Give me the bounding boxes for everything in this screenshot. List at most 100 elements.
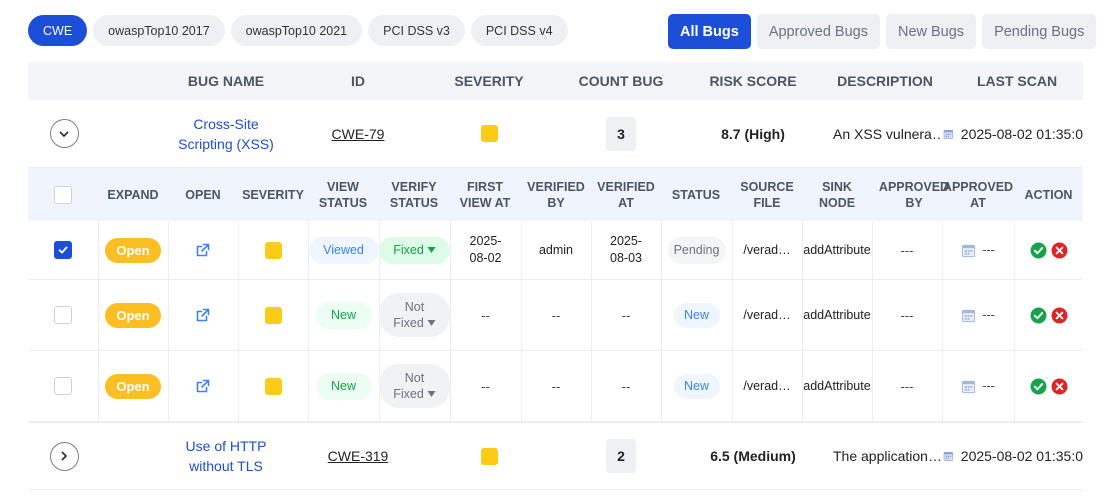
- view-status-badge: Viewed: [308, 236, 379, 264]
- caret-down-icon: [427, 247, 436, 253]
- select-all-checkbox[interactable]: [54, 185, 72, 204]
- col-first-view-at: FIRST VIEW AT: [459, 179, 511, 210]
- approved-by: ---: [900, 307, 914, 323]
- last-scan: 2025-08-02 01:35:0: [943, 423, 1083, 489]
- approved-bugs-button[interactable]: Approved Bugs: [756, 14, 880, 49]
- standard-tabs: CWE owaspTop10 2017 owaspTop10 2021 PCI …: [28, 15, 568, 46]
- last-scan-text: 2025-08-02 01:35:0: [960, 448, 1083, 464]
- verify-status-dropdown[interactable]: Fixed: [379, 236, 450, 264]
- caret-down-icon: [427, 391, 436, 397]
- source-file: /verad…: [743, 243, 791, 257]
- bug-name-link[interactable]: Cross-Site Scripting (XSS): [156, 114, 296, 154]
- approve-check-icon[interactable]: [1030, 242, 1047, 259]
- col-id[interactable]: ID: [298, 62, 418, 100]
- chevron-right-icon: [61, 451, 67, 461]
- row-checkbox[interactable]: [54, 241, 72, 259]
- calendar-icon: [943, 129, 954, 139]
- reject-x-icon[interactable]: [1051, 378, 1068, 395]
- expand-button[interactable]: [49, 441, 79, 471]
- expand-open-button[interactable]: Open: [105, 237, 161, 263]
- severity-indicator: [480, 125, 498, 142]
- approved-by: ---: [900, 378, 914, 394]
- verify-status-text: Not: [404, 371, 425, 385]
- instance-row[interactable]: Open New Not Fixed -- -- -- New /verad… a…: [28, 351, 1083, 422]
- expand-open-button[interactable]: Open: [105, 302, 161, 328]
- verify-status-text: Fixed: [393, 387, 424, 401]
- first-view-at: 2025- 08-02: [469, 234, 502, 265]
- risk-score: 6.5 (Medium): [710, 448, 796, 464]
- status-badge: New: [673, 302, 720, 328]
- tab-owasp-2017[interactable]: owaspTop10 2017: [93, 15, 225, 46]
- cwe-id-link[interactable]: CWE-79: [332, 126, 385, 142]
- calendar-icon: [962, 309, 976, 322]
- col-bug-name[interactable]: BUG NAME: [154, 62, 298, 100]
- collapse-button[interactable]: [49, 119, 79, 148]
- expand-open-button[interactable]: Open: [105, 373, 161, 399]
- col-expand: EXPAND: [107, 187, 159, 202]
- reject-x-icon[interactable]: [1051, 307, 1068, 324]
- risk-score: 8.7 (High): [721, 125, 785, 142]
- external-link-icon[interactable]: [195, 242, 211, 258]
- bug-filter-tabs: All Bugs Approved Bugs New Bugs Pending …: [668, 14, 1097, 49]
- severity-indicator: [264, 241, 282, 259]
- verify-status-dropdown[interactable]: Not Fixed: [379, 364, 450, 408]
- chevron-down-icon: [59, 131, 69, 137]
- col-severity[interactable]: SEVERITY: [428, 62, 550, 100]
- calendar-icon: [962, 244, 976, 257]
- caret-down-icon: [427, 320, 436, 326]
- calendar-icon: [962, 380, 976, 393]
- verify-status-text: Fixed: [393, 243, 424, 257]
- col-description[interactable]: DESCRIPTION: [824, 62, 946, 100]
- bug-report-page: CWE owaspTop10 2017 owaspTop10 2021 PCI …: [0, 0, 1111, 501]
- bug-row[interactable]: Use of HTTP without TLS CWE-319 2 6.5 (M…: [28, 422, 1083, 490]
- bug-row[interactable]: Cross-Site Scripting (XSS) CWE-79 3 8.7 …: [28, 100, 1083, 168]
- verified-by: --: [551, 378, 561, 394]
- check-icon: [58, 246, 68, 254]
- row-checkbox[interactable]: [54, 377, 72, 395]
- bug-count: 3: [606, 116, 636, 151]
- col-approved-at: APPROVED AT: [942, 179, 1014, 210]
- verified-at: --: [621, 378, 631, 394]
- tab-pci-dss-v4[interactable]: PCI DSS v4: [470, 15, 568, 46]
- approve-check-icon[interactable]: [1030, 307, 1047, 324]
- instance-row[interactable]: Open Viewed Fixed 2025- 08-02 admin 2025-…: [28, 221, 1083, 280]
- verified-at: 2025- 08-03: [610, 234, 642, 265]
- external-link-icon[interactable]: [195, 378, 211, 394]
- verified-by: admin: [538, 243, 574, 257]
- col-risk-score[interactable]: RISK SCORE: [692, 62, 814, 100]
- col-count-bug[interactable]: COUNT BUG: [562, 62, 680, 100]
- calendar-icon: [943, 451, 954, 461]
- reject-x-icon[interactable]: [1051, 242, 1068, 259]
- tab-cwe[interactable]: CWE: [28, 15, 88, 46]
- approve-check-icon[interactable]: [1030, 378, 1047, 395]
- tab-pci-dss-v3[interactable]: PCI DSS v3: [368, 15, 465, 46]
- bug-name-line: Scripting (XSS): [178, 135, 274, 152]
- approved-at: ---: [942, 221, 1014, 279]
- verify-status-text: Not: [404, 300, 425, 314]
- col-source-file: SOURCE FILE: [740, 179, 794, 210]
- approved-at: ---: [942, 280, 1014, 350]
- col-severity: SEVERITY: [242, 187, 304, 202]
- bug-table-header: BUG NAME ID SEVERITY COUNT BUG RISK SCOR…: [28, 62, 1083, 100]
- pending-bugs-button[interactable]: Pending Bugs: [982, 14, 1097, 49]
- tab-owasp-2021[interactable]: owaspTop10 2021: [230, 15, 363, 46]
- col-last-scan[interactable]: LAST SCAN: [956, 62, 1078, 100]
- source-file: /verad…: [743, 379, 791, 393]
- verified-at: --: [621, 307, 631, 323]
- col-verify-status: VERIFY STATUS: [389, 179, 439, 210]
- instance-row[interactable]: Open New Not Fixed -- -- -- New /verad… a…: [28, 280, 1083, 351]
- bug-name-link[interactable]: Use of HTTP without TLS: [156, 436, 296, 476]
- external-link-icon[interactable]: [195, 307, 211, 323]
- status-badge: Pending: [667, 236, 726, 264]
- all-bugs-button[interactable]: All Bugs: [668, 14, 751, 49]
- cwe-id-link[interactable]: CWE-319: [328, 448, 389, 464]
- verify-status-dropdown[interactable]: Not Fixed: [379, 293, 450, 337]
- bug-count: 2: [606, 439, 636, 473]
- view-status-badge: New: [315, 372, 372, 400]
- new-bugs-button[interactable]: New Bugs: [885, 14, 977, 49]
- approved-at-text: ---: [982, 243, 995, 257]
- row-checkbox[interactable]: [54, 306, 72, 324]
- bug-name-line: Use of HTTP: [185, 438, 267, 454]
- description: An XSS vulnera…: [833, 125, 940, 142]
- approved-at: ---: [942, 351, 1014, 421]
